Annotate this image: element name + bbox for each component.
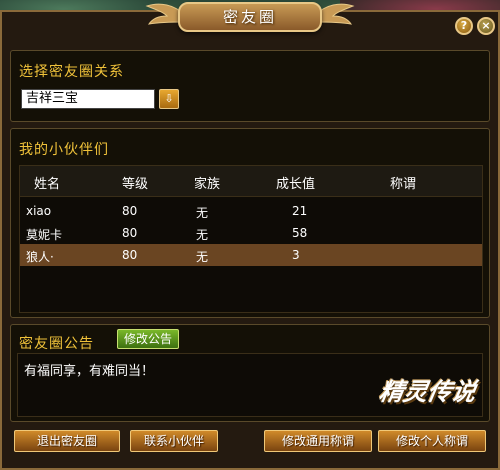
dropdown-arrow-icon[interactable]: ⇩ [159,89,179,109]
cell-name: xiao [26,204,52,218]
cell-growth: 21 [292,204,308,218]
table-header: 姓名 等级 家族 成长值 称谓 [20,166,482,197]
contact-partner-button[interactable]: 联系小伙伴 [130,430,218,452]
column-header-level: 等级 [122,177,149,192]
column-header-family: 家族 [194,177,221,192]
cell-family: 无 [196,228,209,242]
column-header-name: 姓名 [34,177,61,192]
cell-family: 无 [196,206,209,220]
help-button[interactable]: ? [455,17,473,35]
notice-text: 有福同享，有难同当！ [24,364,155,379]
cell-name: 莫妮卡 [26,228,63,242]
table-row[interactable]: 莫妮卡 80 无 58 [20,222,482,244]
cell-level: 80 [122,248,138,262]
notice-section-title: 密友圈公告 [19,336,94,352]
partners-table: 姓名 等级 家族 成长值 称谓 xiao 80 无 21 莫妮卡 80 无 58… [19,165,483,313]
edit-personal-title-button[interactable]: 修改个人称谓 [378,430,486,452]
edit-common-title-button[interactable]: 修改通用称谓 [264,430,372,452]
notice-panel: 密友圈公告 修改公告 有福同享，有难同当！ 精灵传说 [10,324,490,422]
partners-section-title: 我的小伙伴们 [19,142,109,158]
relation-panel: 选择密友圈关系 吉祥三宝 ⇩ [10,50,490,122]
table-row-selected[interactable]: 狼人· 80 无 3 [20,244,482,266]
notice-content-box: 有福同享，有难同当！ 精灵传说 [17,353,483,417]
edit-notice-button[interactable]: 修改公告 [117,329,180,349]
game-logo: 精灵传说 [377,377,479,406]
cell-level: 80 [122,204,138,218]
relation-section-title: 选择密友圈关系 [19,64,124,80]
cell-level: 80 [122,226,138,240]
cell-growth: 3 [292,248,300,262]
close-button[interactable]: × [477,17,495,35]
leave-circle-button[interactable]: 退出密友圈 [14,430,120,452]
column-header-growth: 成长值 [276,177,316,192]
partners-panel: 我的小伙伴们 姓名 等级 家族 成长值 称谓 xiao 80 无 21 莫妮卡 … [10,128,490,318]
cell-family: 无 [196,250,209,264]
table-row[interactable]: xiao 80 无 21 [20,200,482,222]
cell-name: 狼人· [26,250,54,264]
window-title: 密友圈 [178,2,322,32]
column-header-title: 称谓 [390,177,417,192]
cell-growth: 58 [292,226,308,240]
relation-select[interactable]: 吉祥三宝 [21,89,155,109]
